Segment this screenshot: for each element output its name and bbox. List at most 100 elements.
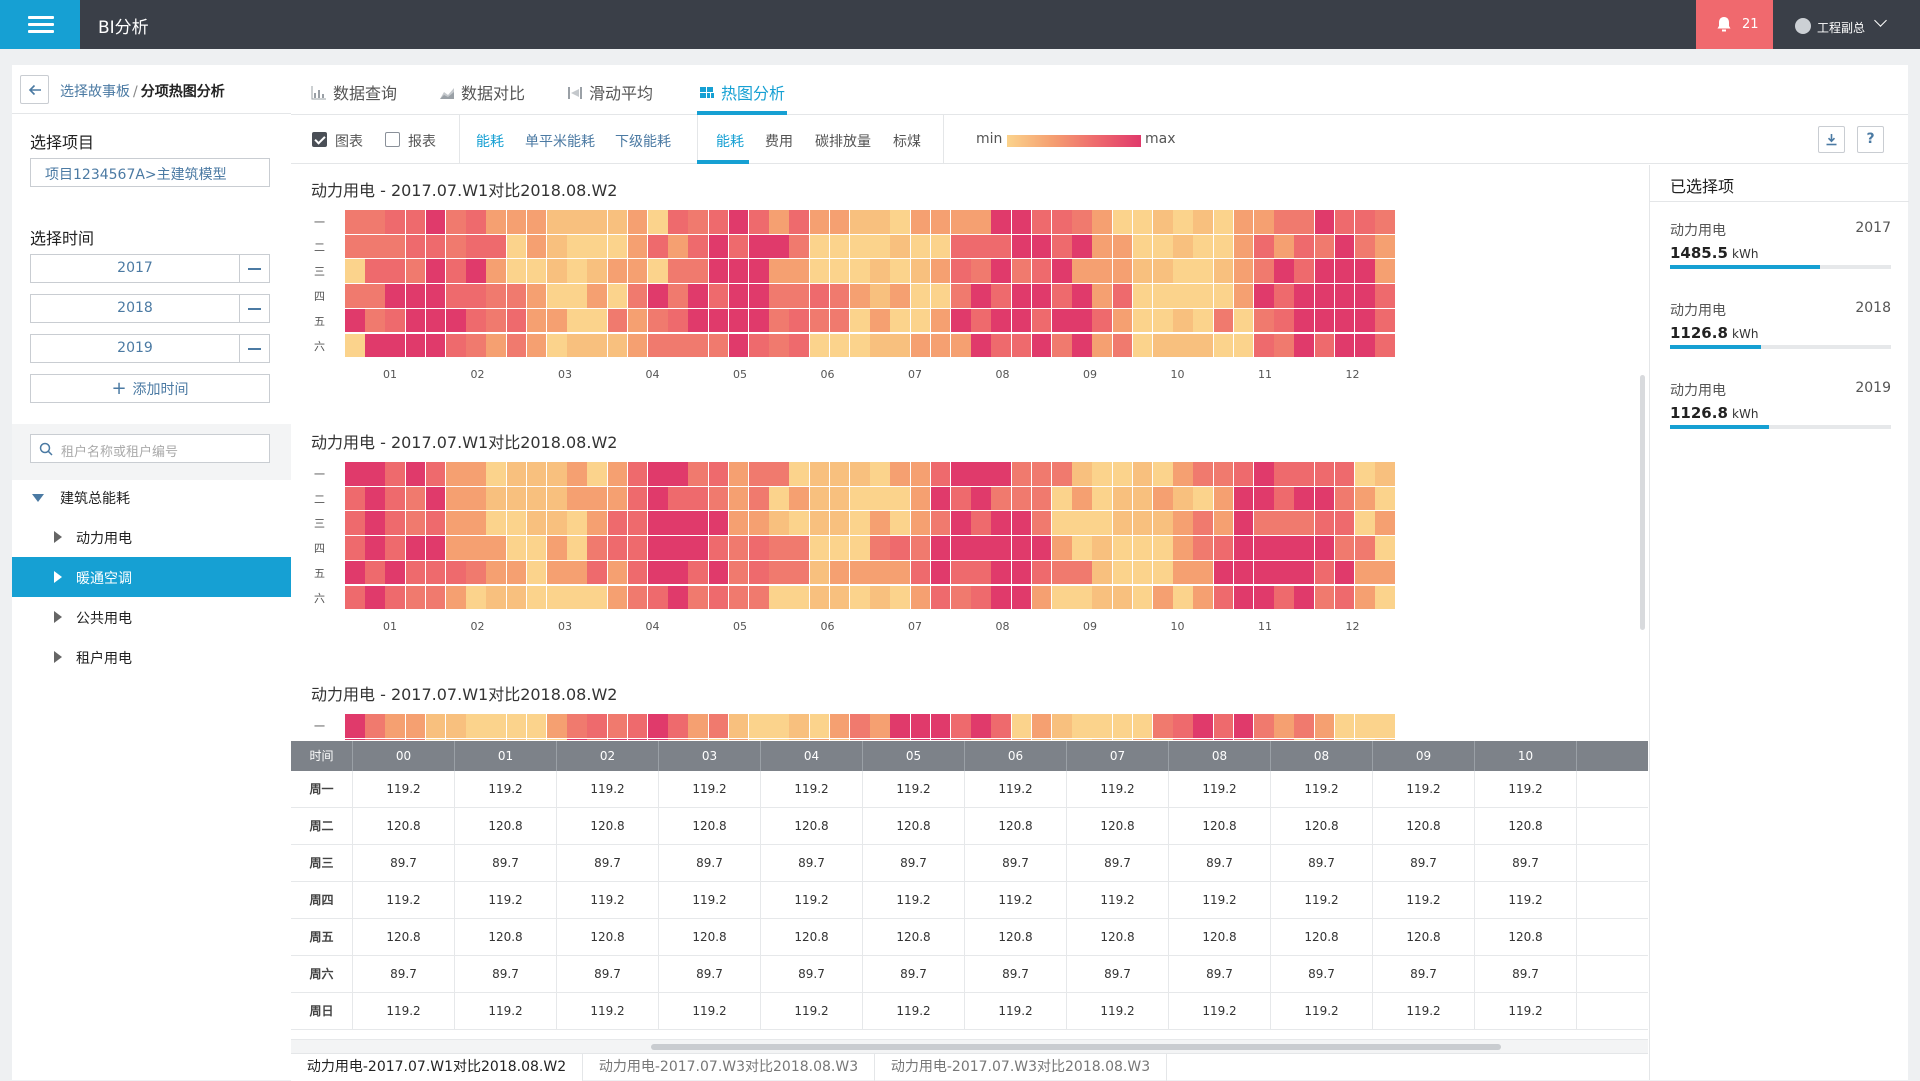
heatmap-cell[interactable]: [1375, 511, 1395, 535]
table-column-header[interactable]: 08: [1271, 741, 1373, 771]
heatmap-cell[interactable]: [971, 333, 991, 357]
heatmap-cell[interactable]: [850, 234, 870, 259]
heatmap-cell[interactable]: [526, 536, 547, 560]
heatmap-cell[interactable]: [951, 259, 971, 283]
remove-year-button[interactable]: [240, 254, 270, 283]
heatmap-cell[interactable]: [1011, 259, 1032, 283]
heatmap-cell[interactable]: [850, 284, 870, 308]
heatmap-cell[interactable]: [526, 210, 547, 234]
year-field[interactable]: 2019: [30, 334, 240, 363]
heatmap-cell[interactable]: [1011, 585, 1032, 609]
back-button[interactable]: [20, 75, 49, 104]
heatmap-cell[interactable]: [749, 333, 769, 357]
heatmap-cell[interactable]: [991, 284, 1011, 308]
heatmap-cell[interactable]: [506, 511, 527, 535]
table-column-header[interactable]: 07: [1067, 741, 1169, 771]
heatmap-cell[interactable]: [425, 234, 446, 259]
heatmap-cell[interactable]: [708, 284, 729, 308]
heatmap-cell[interactable]: [1375, 210, 1395, 234]
heatmap-cell[interactable]: [547, 259, 567, 283]
add-time-button[interactable]: + 添加时间: [30, 374, 270, 403]
heatmap-cell[interactable]: [1052, 259, 1072, 283]
heatmap-cell[interactable]: [627, 738, 648, 740]
heatmap-cell[interactable]: [345, 738, 365, 740]
heatmap-cell[interactable]: [890, 738, 910, 740]
heatmap-cell[interactable]: [850, 486, 870, 511]
heatmap-cell[interactable]: [1092, 714, 1112, 738]
heatmap-cell[interactable]: [1314, 259, 1335, 283]
heatmap-cell[interactable]: [688, 560, 708, 585]
selected-item[interactable]: 动力用电 2017 1485.5 kWh: [1670, 220, 1891, 300]
heatmap-cell[interactable]: [1092, 511, 1112, 535]
heatmap-cell[interactable]: [547, 511, 567, 535]
heatmap-cell[interactable]: [1233, 585, 1254, 609]
heatmap-cell[interactable]: [708, 234, 729, 259]
heatmap-cell[interactable]: [850, 259, 870, 283]
heatmap-cell[interactable]: [769, 585, 789, 609]
heatmap-cell[interactable]: [1173, 738, 1193, 740]
heatmap-cell[interactable]: [749, 714, 769, 738]
heatmap-cell[interactable]: [1011, 486, 1032, 511]
heatmap-cell[interactable]: [405, 486, 426, 511]
heatmap-cell[interactable]: [1132, 308, 1153, 333]
heatmap-cell[interactable]: [728, 585, 749, 609]
heatmap-cell[interactable]: [345, 333, 365, 357]
heatmap-cell[interactable]: [587, 308, 607, 333]
heatmap-cell[interactable]: [1052, 462, 1072, 486]
heatmap-cell[interactable]: [486, 333, 506, 357]
heatmap-cell[interactable]: [789, 308, 809, 333]
heatmap-cell[interactable]: [870, 462, 890, 486]
heatmap-cell[interactable]: [809, 333, 830, 357]
heatmap-cell[interactable]: [1112, 333, 1133, 357]
heatmap-cell[interactable]: [1254, 234, 1274, 259]
tree-item-tenant[interactable]: 租户用电: [12, 637, 291, 677]
heatmap-cell[interactable]: [547, 585, 567, 609]
heatmap-cell[interactable]: [850, 585, 870, 609]
heatmap-cell[interactable]: [829, 333, 850, 357]
heatmap-cell[interactable]: [567, 714, 587, 738]
chart-checkbox-label[interactable]: 图表: [335, 131, 363, 151]
heatmap-cell[interactable]: [829, 462, 850, 486]
heatmap-cell[interactable]: [1233, 234, 1254, 259]
heatmap-cell[interactable]: [1375, 234, 1395, 259]
heatmap-cell[interactable]: [1031, 210, 1052, 234]
heatmap-cell[interactable]: [668, 585, 688, 609]
heatmap-cell[interactable]: [930, 210, 951, 234]
heatmap-cell[interactable]: [1254, 585, 1274, 609]
heatmap-cell[interactable]: [809, 560, 830, 585]
heatmap-cell[interactable]: [1213, 585, 1234, 609]
tree-item-hvac[interactable]: 暖通空调: [12, 557, 291, 597]
table-column-header[interactable]: 01: [455, 741, 557, 771]
heatmap-cell[interactable]: [769, 511, 789, 535]
heatmap-cell[interactable]: [749, 486, 769, 511]
heatmap-cell[interactable]: [425, 560, 446, 585]
heatmap-cell[interactable]: [385, 560, 405, 585]
heatmap-cell[interactable]: [1072, 284, 1092, 308]
heatmap-cell[interactable]: [749, 308, 769, 333]
heatmap-cell[interactable]: [1314, 511, 1335, 535]
heatmap-cell[interactable]: [951, 536, 971, 560]
heatmap-cell[interactable]: [587, 738, 607, 740]
heatmap-cell[interactable]: [506, 333, 527, 357]
heatmap-cell[interactable]: [345, 560, 365, 585]
heatmap-cell[interactable]: [1153, 259, 1173, 283]
heatmap-cell[interactable]: [1052, 738, 1072, 740]
heatmap-cell[interactable]: [1132, 486, 1153, 511]
heatmap-cell[interactable]: [506, 308, 527, 333]
heatmap-cell[interactable]: [587, 462, 607, 486]
heatmap-cell[interactable]: [547, 714, 567, 738]
heatmap-cell[interactable]: [365, 462, 385, 486]
heatmap-cell[interactable]: [1173, 486, 1193, 511]
heatmap-cell[interactable]: [1092, 333, 1112, 357]
heatmap-cell[interactable]: [1031, 462, 1052, 486]
heatmap-cell[interactable]: [850, 738, 870, 740]
heatmap-cell[interactable]: [446, 333, 466, 357]
heatmap-cell[interactable]: [951, 210, 971, 234]
heatmap-cell[interactable]: [850, 462, 870, 486]
heatmap-cell[interactable]: [1011, 738, 1032, 740]
heatmap-cell[interactable]: [365, 560, 385, 585]
heatmap-cell[interactable]: [587, 284, 607, 308]
heatmap-cell[interactable]: [1213, 234, 1234, 259]
heatmap-cell[interactable]: [385, 308, 405, 333]
heatmap-cell[interactable]: [769, 536, 789, 560]
